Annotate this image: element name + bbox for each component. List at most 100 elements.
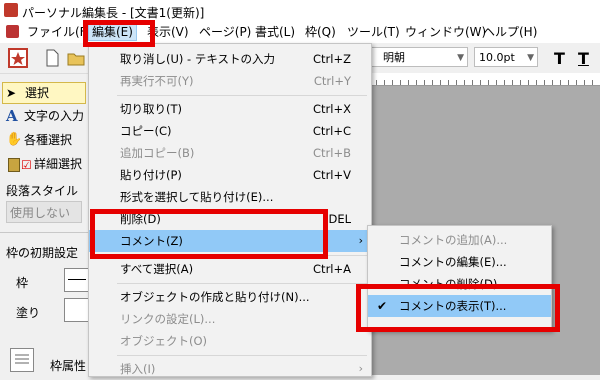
- tool-select[interactable]: ➤ 選択: [2, 82, 86, 104]
- font-size-select[interactable]: 10.0pt ▼: [474, 47, 538, 67]
- menu-cut-shortcut: Ctrl+X: [313, 102, 351, 116]
- tool-various-label: 各種選択: [24, 133, 73, 147]
- line-sample: [68, 279, 86, 280]
- submenu-edit-comment-label: コメントの編集(E)...: [399, 255, 507, 269]
- menu-copy-label: コピー(C): [120, 124, 172, 138]
- submenu-edit-comment[interactable]: コメントの編集(E)...: [368, 251, 551, 273]
- frame-properties-icon[interactable]: [10, 348, 34, 372]
- menu-undo-shortcut: Ctrl+Z: [313, 52, 351, 66]
- tool-panel: ➤ 選択 A 文字の入力 ✋ 各種選択 ☑ 詳細選択 段落スタイル 使用しない …: [0, 74, 90, 375]
- menu-delete-shortcut: DEL: [328, 212, 351, 226]
- menu-paste-label: 貼り付け(P): [120, 168, 182, 182]
- menu-copy-shortcut: Ctrl+C: [312, 124, 351, 138]
- horizontal-ruler: [368, 73, 600, 86]
- fill-label: 塗り: [16, 306, 41, 320]
- menu-redo-label: 再実行不可(Y): [120, 74, 194, 88]
- menu-redo[interactable]: 再実行不可(Y) Ctrl+Y: [89, 70, 371, 92]
- menu-format[interactable]: 書式(L): [252, 24, 298, 41]
- submenu-show-comment-label: コメントの表示(T)...: [399, 299, 507, 313]
- menu-undo[interactable]: 取り消し(U) - テキストの入力 Ctrl+Z: [89, 48, 371, 70]
- menu-paste[interactable]: 貼り付け(P) Ctrl+V: [89, 164, 371, 186]
- bold-button[interactable]: T: [554, 49, 565, 68]
- lock-icon: [8, 158, 20, 172]
- submenu-add-comment-label: コメントの追加(A)...: [399, 233, 508, 247]
- chevron-right-icon: ›: [358, 362, 363, 375]
- hand-icon: ✋: [6, 132, 23, 147]
- menu-links[interactable]: リンクの設定(L)...: [89, 308, 371, 330]
- menu-add-copy[interactable]: 追加コピー(B) Ctrl+B: [89, 142, 371, 164]
- title-bar: パーソナル編集長 - [文書1(更新)]: [0, 0, 600, 23]
- menu-delete[interactable]: 削除(D) DEL: [89, 208, 371, 230]
- menu-insert-object[interactable]: オブジェクトの作成と貼り付け(N)...: [89, 286, 371, 308]
- arrow-icon: ➤: [6, 86, 17, 100]
- new-document-icon: [46, 49, 59, 67]
- menu-cut[interactable]: 切り取り(T) Ctrl+X: [89, 98, 371, 120]
- frame-properties-label: 枠属性: [50, 359, 87, 373]
- menu-insert-label: 挿入(I): [120, 362, 156, 376]
- menu-separator: [117, 255, 367, 256]
- menu-links-label: リンクの設定(L)...: [120, 312, 216, 326]
- menu-add-copy-shortcut: Ctrl+B: [313, 146, 351, 160]
- frame-settings-label: 枠の初期設定: [6, 246, 79, 260]
- text-style-button[interactable]: T: [578, 49, 589, 68]
- menu-separator: [117, 95, 367, 96]
- edit-menu-dropdown: 取り消し(U) - テキストの入力 Ctrl+Z 再実行不可(Y) Ctrl+Y…: [88, 43, 372, 377]
- menu-window[interactable]: ウィンドウ(W): [402, 24, 489, 41]
- font-value: 明朝: [383, 51, 405, 64]
- submenu-show-comment[interactable]: ✔ コメントの表示(T)...: [368, 295, 551, 317]
- menu-frame[interactable]: 枠(Q): [302, 24, 339, 41]
- menu-copy[interactable]: コピー(C) Ctrl+C: [89, 120, 371, 142]
- menu-object-label: オブジェクト(O): [120, 334, 208, 348]
- font-select[interactable]: 明朝 ▼: [368, 47, 468, 67]
- frame-label: 枠: [16, 276, 29, 290]
- tool-select-label: 選択: [25, 86, 50, 100]
- menu-file[interactable]: ファイル(F): [24, 24, 94, 41]
- paragraph-style-field[interactable]: 使用しない: [6, 201, 82, 223]
- open-folder-button[interactable]: [66, 48, 86, 68]
- star-tool-button[interactable]: [8, 48, 28, 68]
- menu-separator: [117, 283, 367, 284]
- menu-comment-label: コメント(Z): [120, 234, 183, 248]
- text-icon: A: [6, 107, 18, 125]
- menu-bar: ファイル(F) 編集(E) 表示(V) ページ(P) 書式(L) 枠(Q) ツー…: [0, 22, 600, 43]
- menu-view[interactable]: 表示(V): [144, 24, 192, 41]
- menu-insert[interactable]: 挿入(I) ›: [89, 358, 371, 380]
- tool-detail-label: 詳細選択: [34, 157, 83, 171]
- menu-paste-shortcut: Ctrl+V: [313, 168, 351, 182]
- menubar-app-icon: [6, 25, 19, 38]
- chevron-right-icon: ›: [358, 234, 363, 247]
- menu-add-copy-label: 追加コピー(B): [120, 146, 195, 160]
- menu-help[interactable]: ヘルプ(H): [480, 24, 540, 41]
- menu-insert-object-label: オブジェクトの作成と貼り付け(N)...: [120, 290, 310, 304]
- menu-select-all-shortcut: Ctrl+A: [313, 262, 351, 276]
- frame-color-box[interactable]: [64, 268, 90, 292]
- tool-text-label: 文字の入力: [24, 109, 85, 123]
- new-document-button[interactable]: [42, 48, 62, 68]
- menu-paste-special-label: 形式を選択して貼り付け(E)...: [120, 190, 274, 204]
- menu-select-all[interactable]: すべて選択(A) Ctrl+A: [89, 258, 371, 280]
- table-grid-icon: [15, 354, 29, 364]
- menu-separator: [117, 355, 367, 356]
- checkmark-icon: ✔: [377, 299, 388, 313]
- menu-page[interactable]: ページ(P): [196, 24, 254, 41]
- menu-tools[interactable]: ツール(T): [344, 24, 403, 41]
- star-icon: [8, 48, 28, 68]
- submenu-delete-comment[interactable]: コメントの削除(D): [368, 273, 551, 295]
- app-icon: [4, 3, 18, 17]
- menu-cut-label: 切り取り(T): [120, 102, 182, 116]
- fill-color-box[interactable]: [64, 298, 90, 322]
- checkbox-icon: ☑: [21, 158, 32, 172]
- divider: [0, 232, 88, 233]
- menu-comment[interactable]: コメント(Z) ›: [89, 230, 371, 252]
- folder-icon: [67, 53, 85, 66]
- font-size-value: 10.0pt: [479, 51, 515, 64]
- chevron-down-icon: ▼: [527, 53, 534, 63]
- submenu-add-comment[interactable]: コメントの追加(A)...: [368, 229, 551, 251]
- menu-edit[interactable]: 編集(E): [88, 24, 137, 41]
- menu-object[interactable]: オブジェクト(O): [89, 330, 371, 352]
- chevron-down-icon: ▼: [457, 53, 464, 63]
- menu-redo-shortcut: Ctrl+Y: [313, 74, 351, 88]
- paragraph-style-label: 段落スタイル: [6, 184, 79, 198]
- menu-paste-special[interactable]: 形式を選択して貼り付け(E)...: [89, 186, 371, 208]
- menu-delete-label: 削除(D): [120, 212, 161, 226]
